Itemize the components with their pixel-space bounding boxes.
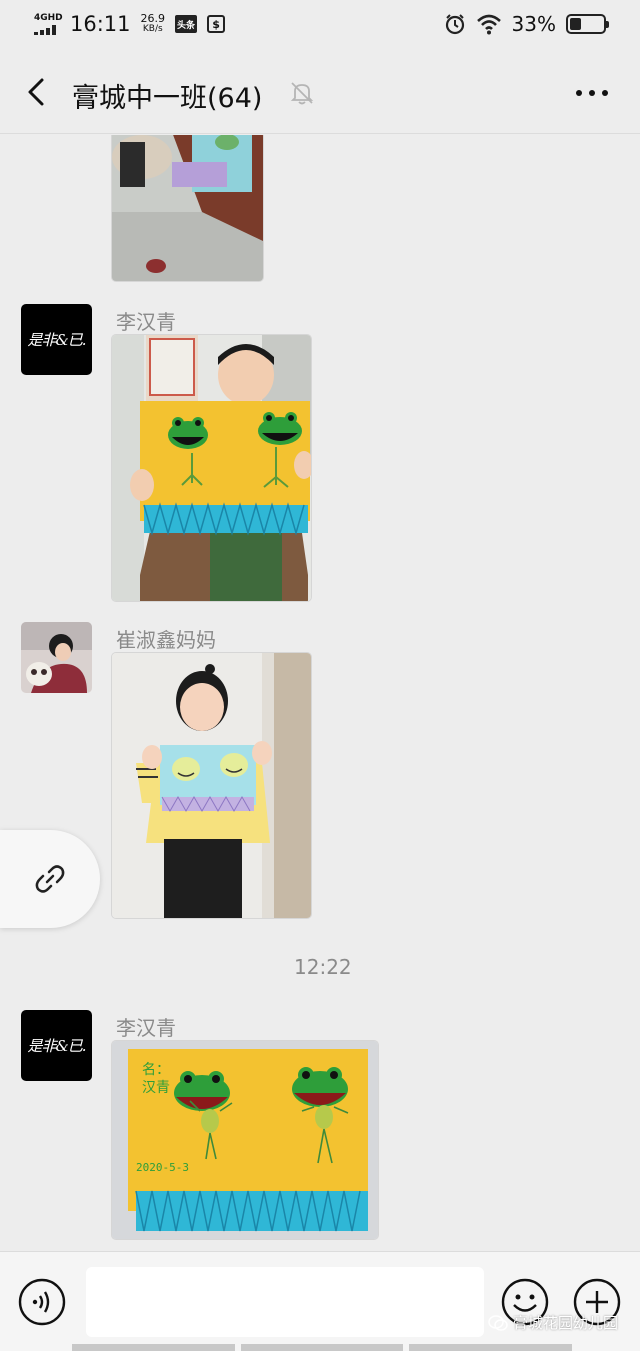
link-icon xyxy=(35,865,65,893)
photo-handwriting-name: 名：汉青 xyxy=(142,1062,170,1096)
back-arrow-icon xyxy=(28,78,44,106)
message-image[interactable] xyxy=(111,652,312,919)
more-button[interactable] xyxy=(572,80,612,106)
watermark: 膏城花园幼儿园 xyxy=(488,1312,618,1333)
cellular-signal-icon: 4GHD xyxy=(34,13,63,35)
message-input[interactable] xyxy=(86,1267,484,1337)
chat-title: 膏城中一班(64) xyxy=(72,83,263,114)
battery-percent: 33% xyxy=(511,12,556,36)
notification-icon: $ xyxy=(207,15,226,33)
wechat-official-icon xyxy=(488,1314,508,1331)
wifi-icon xyxy=(476,14,501,35)
status-time: 16:11 xyxy=(70,12,131,36)
sender-avatar[interactable] xyxy=(21,622,92,693)
chat-header: 膏城中一班(64) xyxy=(0,52,640,134)
mute-bell-icon xyxy=(290,82,314,105)
status-bar: 4GHD 16:11 26.9 KB/s 头条 $ 33% xyxy=(0,0,640,52)
more-icon xyxy=(576,90,608,96)
voice-icon xyxy=(18,1278,66,1326)
avatar-logo-text: 是非&已. xyxy=(27,1037,86,1055)
sender-name: 李汉青 xyxy=(116,310,176,334)
avatar-logo-text: 是非&已. xyxy=(27,331,86,349)
message-input-bar: 膏城花园幼儿园 xyxy=(0,1251,640,1351)
floating-link-button[interactable] xyxy=(0,830,100,928)
chat-message-list[interactable]: 是非&已. 李汉青 崔淑鑫妈妈 12:22 是非&已. 李汉青 名：汉青 202… xyxy=(0,135,640,1251)
toutiao-notification-icon: 头条 xyxy=(175,15,198,33)
battery-icon xyxy=(566,14,609,34)
sender-avatar[interactable]: 是非&已. xyxy=(21,1010,92,1081)
photo-handwriting-date: 2020-5-3 xyxy=(136,1161,189,1174)
message-image[interactable]: 名：汉青 2020-5-3 xyxy=(111,1040,379,1240)
message-timestamp: 12:22 xyxy=(294,955,352,979)
message-image[interactable] xyxy=(111,334,312,602)
message-image[interactable] xyxy=(111,135,264,282)
sender-name: 李汉青 xyxy=(116,1016,176,1040)
sender-name: 崔淑鑫妈妈 xyxy=(116,628,216,652)
sender-avatar[interactable]: 是非&已. xyxy=(21,304,92,375)
network-speed: 26.9 KB/s xyxy=(140,12,166,34)
alarm-icon xyxy=(445,14,464,35)
voice-button[interactable] xyxy=(18,1278,66,1326)
bottom-strip xyxy=(72,1344,573,1351)
back-button[interactable] xyxy=(18,72,58,112)
watermark-text: 膏城花园幼儿园 xyxy=(512,1314,618,1332)
